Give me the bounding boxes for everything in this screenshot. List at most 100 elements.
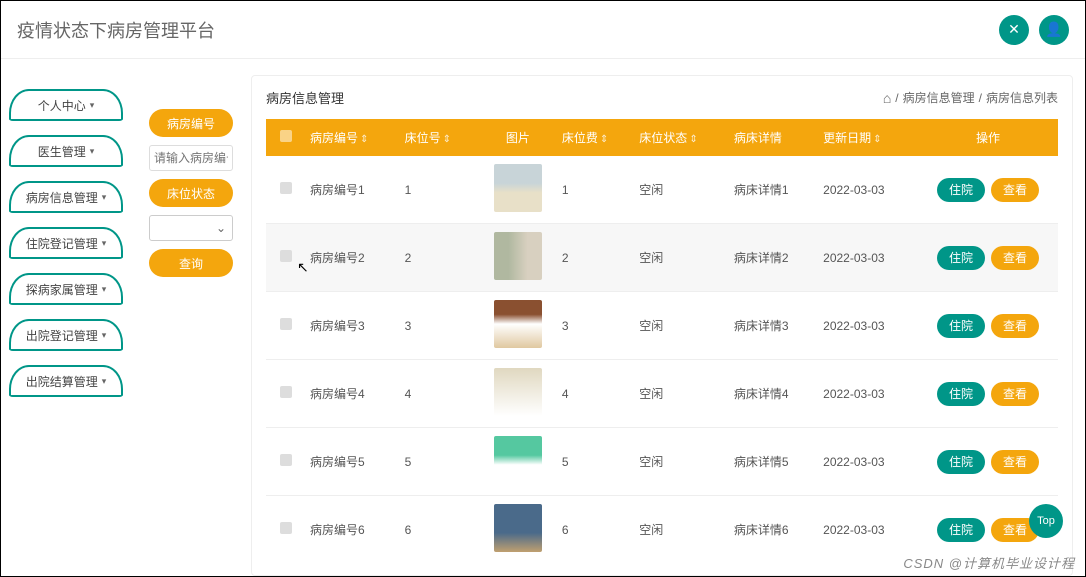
cell-bed: 6 [401, 496, 478, 564]
cell-status: 空闲 [635, 292, 730, 360]
row-checkbox[interactable] [280, 250, 292, 262]
settings-button[interactable]: ✕ [999, 15, 1029, 45]
checkin-button[interactable]: 住院 [937, 246, 985, 270]
table-row: 病房编号222空闲病床详情22022-03-03住院查看 [266, 224, 1058, 292]
cell-room: 病房编号2 [306, 224, 401, 292]
cell-status: 空闲 [635, 496, 730, 564]
bed-image[interactable] [494, 368, 542, 416]
crumb-level-1[interactable]: 病房信息管理 [903, 89, 975, 106]
room-number-input[interactable] [149, 145, 233, 171]
cell-detail: 病床详情5 [730, 428, 819, 496]
cell-bed: 3 [401, 292, 478, 360]
cell-room: 病房编号6 [306, 496, 401, 564]
bed-image[interactable] [494, 164, 542, 212]
cell-status: 空闲 [635, 224, 730, 292]
view-button[interactable]: 查看 [991, 382, 1039, 406]
col-bed[interactable]: 床位号 [401, 119, 478, 156]
table-wrapper: 病房编号 床位号 图片 床位费 床位状态 病床详情 更新日期 操作 病房编号11… [266, 119, 1058, 563]
cell-fee: 3 [558, 292, 635, 360]
home-icon[interactable]: ⌂ [883, 90, 891, 106]
cell-fee: 1 [558, 156, 635, 224]
cell-detail: 病床详情4 [730, 360, 819, 428]
breadcrumb: ⌂ / 病房信息管理 / 病房信息列表 [883, 89, 1058, 106]
cell-bed: 4 [401, 360, 478, 428]
filter-status-label[interactable]: 床位状态 [149, 179, 233, 207]
sidebar-item-0[interactable]: 个人中心 [9, 89, 123, 121]
status-select[interactable]: ⌄ [149, 215, 233, 241]
checkin-button[interactable]: 住院 [937, 518, 985, 542]
content-card: 病房信息管理 ⌂ / 病房信息管理 / 病房信息列表 [251, 75, 1073, 576]
col-fee[interactable]: 床位费 [558, 119, 635, 156]
table-row: 病房编号333空闲病床详情32022-03-03住院查看 [266, 292, 1058, 360]
search-button[interactable]: 查询 [149, 249, 233, 277]
cell-detail: 病床详情1 [730, 156, 819, 224]
col-room[interactable]: 病房编号 [306, 119, 401, 156]
bed-image[interactable] [494, 232, 542, 280]
cell-fee: 2 [558, 224, 635, 292]
cell-status: 空闲 [635, 360, 730, 428]
bed-image[interactable] [494, 436, 542, 484]
sidebar: 个人中心医生管理病房信息管理住院登记管理探病家属管理出院登记管理出院结算管理 [1, 59, 131, 576]
row-checkbox[interactable] [280, 182, 292, 194]
cell-detail: 病床详情2 [730, 224, 819, 292]
main-content: 病房信息管理 ⌂ / 病房信息管理 / 病房信息列表 [251, 59, 1085, 576]
bed-image[interactable] [494, 504, 542, 552]
cell-date: 2022-03-03 [819, 156, 918, 224]
cell-fee: 4 [558, 360, 635, 428]
sidebar-item-6[interactable]: 出院结算管理 [9, 365, 123, 397]
cell-status: 空闲 [635, 156, 730, 224]
table-row: 病房编号444空闲病床详情42022-03-03住院查看 [266, 360, 1058, 428]
checkin-button[interactable]: 住院 [937, 314, 985, 338]
cell-detail: 病床详情3 [730, 292, 819, 360]
cell-status: 空闲 [635, 428, 730, 496]
cell-fee: 5 [558, 428, 635, 496]
checkin-button[interactable]: 住院 [937, 382, 985, 406]
cell-detail: 病床详情6 [730, 496, 819, 564]
cell-fee: 6 [558, 496, 635, 564]
sidebar-item-1[interactable]: 医生管理 [9, 135, 123, 167]
sidebar-item-4[interactable]: 探病家属管理 [9, 273, 123, 305]
view-button[interactable]: 查看 [991, 314, 1039, 338]
scroll-top-button[interactable]: Top [1029, 504, 1063, 538]
crumb-level-2: 病房信息列表 [986, 89, 1058, 106]
cell-date: 2022-03-03 [819, 360, 918, 428]
cell-bed: 1 [401, 156, 478, 224]
body: 个人中心医生管理病房信息管理住院登记管理探病家属管理出院登记管理出院结算管理 病… [1, 59, 1085, 576]
view-button[interactable]: 查看 [991, 450, 1039, 474]
cell-room: 病房编号1 [306, 156, 401, 224]
filter-panel: 病房编号 床位状态 ⌄ 查询 [131, 59, 251, 576]
view-button[interactable]: 查看 [991, 178, 1039, 202]
cell-date: 2022-03-03 [819, 224, 918, 292]
user-icon: 👤 [1045, 21, 1062, 38]
cell-bed: 2 [401, 224, 478, 292]
table-head: 病房编号 床位号 图片 床位费 床位状态 病床详情 更新日期 操作 [266, 119, 1058, 156]
cell-room: 病房编号5 [306, 428, 401, 496]
sidebar-item-2[interactable]: 病房信息管理 [9, 181, 123, 213]
col-detail: 病床详情 [730, 119, 819, 156]
cell-room: 病房编号3 [306, 292, 401, 360]
row-checkbox[interactable] [280, 386, 292, 398]
top-bar: 疫情状态下病房管理平台 ✕ 👤 [1, 1, 1085, 59]
data-table: 病房编号 床位号 图片 床位费 床位状态 病床详情 更新日期 操作 病房编号11… [266, 119, 1058, 563]
row-checkbox[interactable] [280, 318, 292, 330]
filter-room-label[interactable]: 病房编号 [149, 109, 233, 137]
crossed-tools-icon: ✕ [1008, 21, 1020, 38]
row-checkbox[interactable] [280, 454, 292, 466]
cell-bed: 5 [401, 428, 478, 496]
page-title: 病房信息管理 [266, 88, 344, 107]
col-date[interactable]: 更新日期 [819, 119, 918, 156]
sidebar-item-3[interactable]: 住院登记管理 [9, 227, 123, 259]
cell-date: 2022-03-03 [819, 428, 918, 496]
row-checkbox[interactable] [280, 522, 292, 534]
cell-room: 病房编号4 [306, 360, 401, 428]
view-button[interactable]: 查看 [991, 246, 1039, 270]
sidebar-item-5[interactable]: 出院登记管理 [9, 319, 123, 351]
user-button[interactable]: 👤 [1039, 15, 1069, 45]
select-all-checkbox[interactable] [280, 130, 292, 142]
col-status[interactable]: 床位状态 [635, 119, 730, 156]
table-row: 病房编号111空闲病床详情12022-03-03住院查看 [266, 156, 1058, 224]
checkin-button[interactable]: 住院 [937, 450, 985, 474]
checkin-button[interactable]: 住院 [937, 178, 985, 202]
bed-image[interactable] [494, 300, 542, 348]
watermark: CSDN @计算机毕业设计程 [903, 553, 1075, 572]
